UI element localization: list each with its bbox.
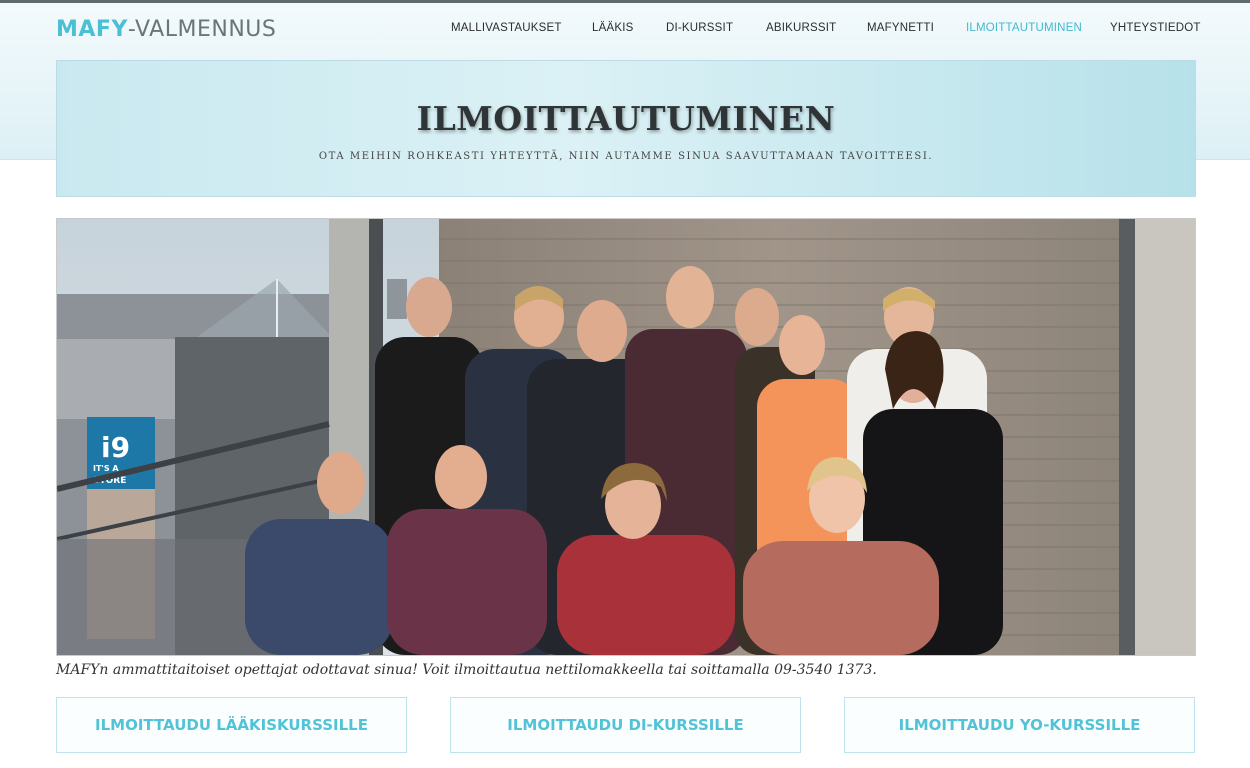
page-subtitle: OTA MEIHIN ROHKEASTI YHTEYTTÄ, NIIN AUTA… xyxy=(318,151,934,162)
page-title: ILMOITTAUTUMINEN xyxy=(416,99,836,138)
nav-item-mallivastaukset[interactable]: MALLIVASTAUKSET xyxy=(451,22,562,34)
nav-item-laakis[interactable]: LÄÄKIS xyxy=(592,22,633,34)
hero-banner: ILMOITTAUTUMINEN OTA MEIHIN ROHKEASTI YH… xyxy=(56,60,1196,197)
cta-laakiskurssi-button[interactable]: ILMOITTAUDU LÄÄKISKURSSILLE xyxy=(56,697,407,753)
photo-sign-i9: i9 xyxy=(101,431,130,464)
nav-item-di-kurssit[interactable]: DI-KURSSIT xyxy=(666,22,733,34)
photo-caption: MAFYn ammattitaitoiset opettajat odottav… xyxy=(56,662,877,678)
team-photo: i9 IT'S A STORE xyxy=(56,218,1196,656)
photo-sign-small: IT'S A xyxy=(93,464,119,473)
nav-item-yhteystiedot[interactable]: YHTEYSTIEDOT xyxy=(1110,22,1201,34)
nav-item-abikurssit[interactable]: ABIKURSSIT xyxy=(766,22,836,34)
main-nav: MALLIVASTAUKSET LÄÄKIS DI-KURSSIT ABIKUR… xyxy=(0,22,1250,38)
cta-di-kurssi-button[interactable]: ILMOITTAUDU DI-KURSSILLE xyxy=(450,697,801,753)
nav-item-mafynetti[interactable]: MAFYNETTI xyxy=(867,22,934,34)
nav-item-ilmoittautuminen[interactable]: ILMOITTAUTUMINEN xyxy=(966,22,1082,34)
cta-yo-kurssi-button[interactable]: ILMOITTAUDU YO-KURSSILLE xyxy=(844,697,1195,753)
